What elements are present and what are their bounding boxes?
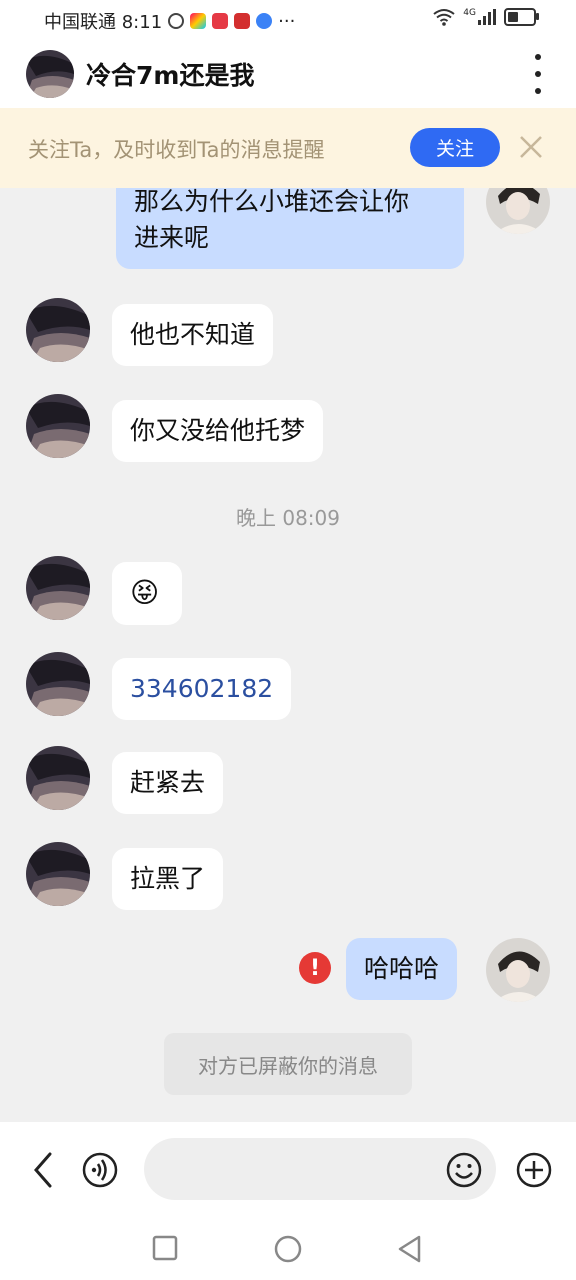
my-avatar[interactable] bbox=[486, 188, 550, 234]
contact-avatar[interactable] bbox=[26, 50, 74, 102]
message-text: 你又没给他托梦 bbox=[130, 416, 306, 445]
message-bubble-incoming[interactable]: 赶紧去 bbox=[112, 752, 224, 814]
message-input-field[interactable] bbox=[144, 1138, 496, 1200]
system-navigation-bar bbox=[0, 1216, 576, 1280]
message-bubble-outgoing[interactable]: 哈哈哈 bbox=[346, 938, 458, 1000]
message-bubble-incoming[interactable]: 334602182 bbox=[112, 658, 292, 720]
recent-apps-icon[interactable] bbox=[151, 1234, 179, 1262]
send-failed-icon[interactable]: ! bbox=[299, 952, 331, 984]
more-options-icon[interactable] bbox=[526, 54, 550, 94]
follow-button[interactable]: 关注 bbox=[410, 128, 500, 167]
message-bubble-outgoing[interactable]: 那么为什么小堆还会让你 进来呢 bbox=[116, 188, 464, 269]
back-navigation-icon[interactable] bbox=[396, 1234, 424, 1264]
emoji-icon[interactable] bbox=[446, 1152, 482, 1188]
message-text: 进来呢 bbox=[134, 223, 210, 252]
wifi-icon bbox=[433, 9, 455, 26]
more-notifications-icon: ··· bbox=[278, 10, 296, 32]
contact-avatar[interactable] bbox=[26, 652, 90, 716]
message-link-number[interactable]: 334602182 bbox=[130, 674, 273, 703]
message-bubble-incoming[interactable]: 拉黑了 bbox=[112, 848, 224, 910]
home-icon[interactable] bbox=[273, 1234, 303, 1264]
contact-avatar[interactable] bbox=[26, 746, 90, 810]
my-avatar[interactable] bbox=[486, 938, 550, 1002]
message-bubble-incoming[interactable]: 你又没给他托梦 bbox=[112, 400, 324, 462]
app-notification-icon bbox=[190, 13, 207, 29]
voice-input-icon[interactable] bbox=[82, 1152, 118, 1188]
battery-level bbox=[508, 12, 518, 22]
app-notification-icon bbox=[234, 13, 251, 29]
chat-title: 冷合7m还是我 bbox=[86, 61, 255, 90]
app-notification-icon bbox=[256, 13, 273, 29]
message-bubble-incoming[interactable]: 😝 bbox=[112, 562, 182, 625]
network-type: 4G bbox=[463, 8, 476, 18]
message-text: 拉黑了 bbox=[130, 864, 206, 893]
message-text: 赶紧去 bbox=[130, 768, 206, 797]
message-text: 他也不知道 bbox=[130, 320, 256, 349]
message-text: 哈哈哈 bbox=[364, 954, 440, 983]
add-icon[interactable] bbox=[516, 1152, 552, 1188]
input-bar bbox=[0, 1122, 576, 1216]
follow-banner: 关注Ta，及时收到Ta的消息提醒 关注 bbox=[0, 108, 576, 188]
message-list[interactable]: 那么为什么小堆还会让你 进来呢 他也不知道 你又没给他托梦 晚上 08:09 😝… bbox=[0, 188, 576, 1122]
app-notification-icon bbox=[212, 13, 229, 29]
message-input[interactable] bbox=[164, 1148, 438, 1192]
contact-avatar[interactable] bbox=[26, 556, 90, 620]
carrier-time: 中国联通 8:11 bbox=[44, 12, 163, 33]
tongue-out-emoji-icon: 😝 bbox=[130, 576, 160, 609]
chat-header: 冷合7m还是我 bbox=[0, 40, 576, 108]
message-bubble-incoming[interactable]: 他也不知道 bbox=[112, 304, 274, 366]
contact-avatar[interactable] bbox=[26, 394, 90, 458]
status-bar: 中国联通 8:11 ··· 4G bbox=[0, 0, 576, 40]
message-text: 那么为什么小堆还会让你 bbox=[134, 188, 410, 216]
battery-icon bbox=[504, 8, 539, 26]
contact-avatar[interactable] bbox=[26, 842, 90, 906]
back-icon[interactable] bbox=[28, 1150, 58, 1190]
timestamp: 晚上 08:09 bbox=[236, 506, 340, 530]
follow-banner-text: 关注Ta，及时收到Ta的消息提醒 bbox=[28, 138, 325, 162]
signal-icon bbox=[478, 9, 496, 25]
app-notification-icon bbox=[168, 13, 185, 29]
contact-avatar[interactable] bbox=[26, 298, 90, 362]
system-notice: 对方已屏蔽你的消息 bbox=[164, 1033, 412, 1095]
close-icon[interactable] bbox=[516, 132, 546, 162]
